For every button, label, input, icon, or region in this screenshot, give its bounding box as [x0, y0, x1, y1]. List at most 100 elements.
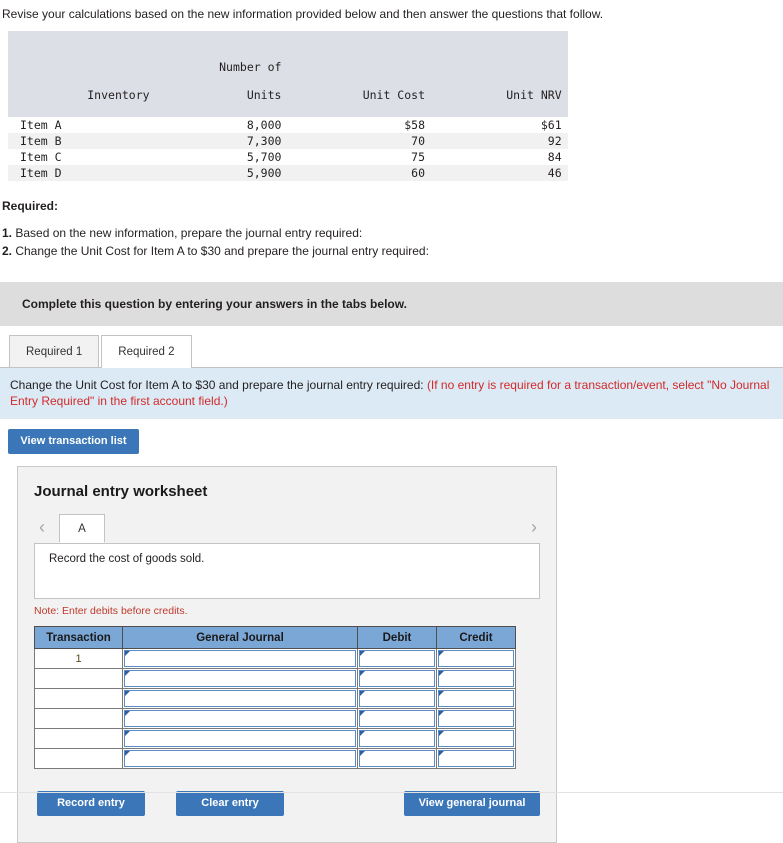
worksheet-buttons: Record entry Clear entry View general jo… — [18, 791, 556, 821]
cell-inventory: Item D — [20, 166, 62, 180]
debit-input[interactable] — [359, 710, 435, 727]
credit-input[interactable] — [438, 670, 514, 687]
cell-unit-nrv: 92 — [547, 134, 562, 148]
general-journal-input[interactable] — [124, 710, 356, 727]
journal-row — [34, 748, 516, 769]
column-header-unit-cost: Unit Cost — [287, 31, 431, 117]
journal-cell-general-journal — [122, 748, 358, 769]
journal-cell-debit — [357, 708, 437, 729]
journal-cell-transaction — [34, 728, 123, 749]
general-journal-input[interactable] — [124, 670, 356, 687]
requirement-tabs: Required 1 Required 2 — [0, 335, 783, 368]
journal-entry-table: Transaction General Journal Debit Credit 1 — [34, 626, 516, 769]
complete-question-banner: Complete this question by entering your … — [0, 282, 783, 326]
journal-cell-general-journal — [122, 648, 358, 669]
debit-input[interactable] — [359, 670, 435, 687]
journal-row: 1 — [34, 648, 516, 669]
view-transaction-list-button[interactable]: View transaction list — [8, 429, 139, 454]
required-item-number: 2. — [2, 244, 16, 258]
journal-cell-general-journal — [122, 728, 358, 749]
general-journal-input[interactable] — [124, 750, 356, 767]
journal-row — [34, 688, 516, 709]
credit-input[interactable] — [438, 750, 514, 767]
journal-cell-general-journal — [122, 668, 358, 689]
journal-cell-transaction: 1 — [34, 648, 123, 669]
inventory-table-body: Item A 8,000 $58 $61 Item B 7,300 70 92 Item C 5,… — [8, 117, 568, 181]
journal-cell-transaction — [34, 708, 123, 729]
cell-inventory: Item B — [20, 134, 62, 148]
worksheet-tab-a[interactable]: A — [59, 514, 105, 543]
journal-cell-transaction — [34, 668, 123, 689]
column-header-inventory: Inventory — [8, 31, 172, 117]
journal-cell-transaction — [34, 748, 123, 769]
journal-cell-debit — [357, 728, 437, 749]
debit-input[interactable] — [359, 730, 435, 747]
view-general-journal-button[interactable]: View general journal — [404, 791, 540, 816]
required-item: 1. Based on the new information, prepare… — [2, 224, 783, 242]
journal-entry-worksheet-panel: Journal entry worksheet ‹ A › Record the… — [17, 466, 557, 843]
journal-column-header-debit: Debit — [357, 626, 437, 649]
credit-input[interactable] — [438, 710, 514, 727]
cell-unit-cost: $58 — [404, 118, 425, 132]
journal-row — [34, 668, 516, 689]
cell-units: 5,900 — [246, 166, 282, 180]
required-item-text: Change the Unit Cost for Item A to $30 a… — [15, 244, 429, 258]
journal-cell-credit — [436, 688, 516, 709]
tab-required-1[interactable]: Required 1 — [9, 335, 100, 367]
inventory-table-head: Inventory Number of Units Unit Cost Unit… — [8, 31, 568, 117]
journal-table-wrapper: Transaction General Journal Debit Credit 1 — [34, 626, 516, 769]
table-row: Item A 8,000 $58 $61 — [8, 117, 568, 133]
cell-unit-nrv: $61 — [540, 118, 562, 132]
tab-required-2[interactable]: Required 2 — [101, 335, 192, 368]
cell-unit-nrv: 84 — [547, 150, 562, 164]
cell-inventory: Item A — [20, 118, 62, 132]
journal-header-row: Transaction General Journal Debit Credit — [34, 626, 516, 649]
cell-units: 8,000 — [246, 118, 282, 132]
table-row: Item B 7,300 70 92 — [8, 133, 568, 149]
cell-units: 5,700 — [246, 150, 282, 164]
journal-cell-debit — [357, 688, 437, 709]
clear-entry-button[interactable]: Clear entry — [176, 791, 284, 816]
credit-input[interactable] — [438, 690, 514, 707]
general-journal-input[interactable] — [124, 650, 356, 667]
chevron-left-icon[interactable]: ‹ — [31, 514, 53, 542]
column-header-units: Number of Units — [172, 31, 288, 117]
instruction-black-text: Change the Unit Cost for Item A to $30 a… — [10, 378, 424, 392]
debit-input[interactable] — [359, 650, 435, 667]
journal-cell-general-journal — [122, 688, 358, 709]
debit-input[interactable] — [359, 750, 435, 767]
chevron-right-icon[interactable]: › — [523, 514, 545, 542]
journal-column-header-transaction: Transaction — [34, 626, 123, 649]
column-header-units-line1: Number of — [219, 60, 282, 74]
inventory-table: Inventory Number of Units Unit Cost Unit… — [8, 31, 568, 181]
record-entry-button[interactable]: Record entry — [37, 791, 145, 816]
column-header-unit-nrv: Unit NRV — [431, 31, 568, 117]
cell-units: 7,300 — [246, 134, 282, 148]
worksheet-description: Record the cost of goods sold. — [34, 543, 540, 599]
journal-table-head: Transaction General Journal Debit Credit — [34, 626, 516, 649]
cell-unit-nrv: 46 — [547, 166, 562, 180]
required-item: 2. Change the Unit Cost for Item A to $3… — [2, 242, 783, 260]
journal-cell-general-journal — [122, 708, 358, 729]
table-row: Item C 5,700 75 84 — [8, 149, 568, 165]
credit-input[interactable] — [438, 730, 514, 747]
journal-cell-debit — [357, 748, 437, 769]
general-journal-input[interactable] — [124, 730, 356, 747]
worksheet-title: Journal entry worksheet — [34, 483, 208, 500]
journal-cell-transaction — [34, 688, 123, 709]
journal-cell-credit — [436, 668, 516, 689]
column-header-unit-cost-label: Unit Cost — [362, 88, 425, 102]
journal-table-body: 1 — [34, 648, 516, 769]
credit-input[interactable] — [438, 650, 514, 667]
page-bottom-divider — [0, 792, 783, 793]
instruction-box: Change the Unit Cost for Item A to $30 a… — [0, 368, 783, 419]
intro-text: Revise your calculations based on the ne… — [2, 7, 604, 21]
general-journal-input[interactable] — [124, 690, 356, 707]
debit-input[interactable] — [359, 690, 435, 707]
journal-row — [34, 728, 516, 749]
journal-cell-credit — [436, 648, 516, 669]
cell-unit-cost: 75 — [411, 150, 425, 164]
journal-cell-debit — [357, 648, 437, 669]
